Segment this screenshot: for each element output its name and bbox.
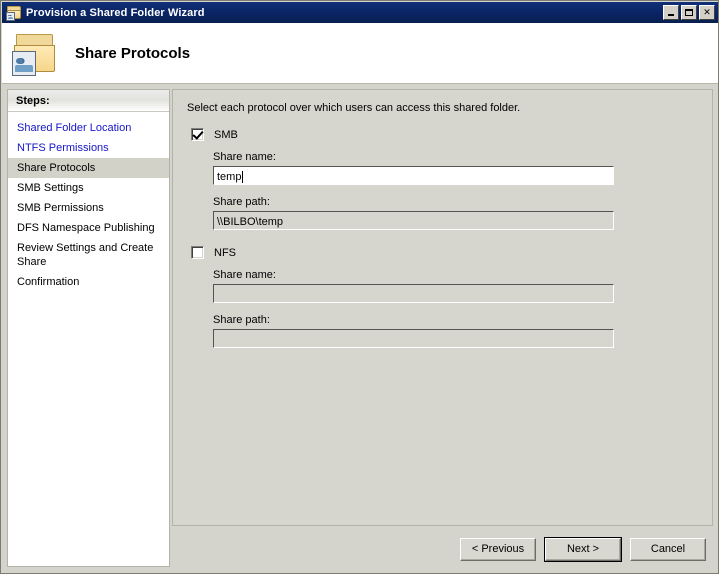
shared-folder-icon — [12, 31, 57, 76]
nfs-label: NFS — [214, 246, 236, 259]
shared-folder-icon — [6, 5, 22, 21]
steps-header: Steps: — [8, 90, 169, 112]
smb-protocol-row: SMB — [191, 128, 700, 141]
close-icon: ✕ — [703, 7, 711, 17]
sidebar-item-share-protocols[interactable]: Share Protocols — [8, 158, 169, 178]
maximize-button[interactable] — [681, 5, 697, 20]
sidebar-item-confirmation: Confirmation — [17, 276, 80, 288]
nfs-share-name-input — [213, 284, 614, 303]
smb-share-name-input[interactable]: temp — [213, 166, 614, 185]
minimize-button[interactable] — [663, 5, 679, 20]
cancel-button[interactable]: Cancel — [630, 537, 706, 561]
window-title: Provision a Shared Folder Wizard — [26, 6, 205, 19]
smb-checkbox[interactable] — [191, 128, 204, 141]
smb-share-name-block: Share name: temp — [213, 151, 700, 185]
smb-share-path-label: Share path: — [213, 196, 270, 208]
title-bar: Provision a Shared Folder Wizard ✕ — [2, 2, 718, 23]
close-button[interactable]: ✕ — [699, 5, 715, 20]
smb-share-name-value: temp — [217, 170, 242, 183]
sidebar-item-smb-permissions: SMB Permissions — [17, 202, 104, 214]
instruction-text: Select each protocol over which users ca… — [187, 102, 521, 114]
smb-share-path-block: Share path: \\BILBO\temp — [213, 196, 700, 230]
steps-list: Shared Folder Location NTFS Permissions … — [8, 112, 169, 292]
nfs-protocol-row: NFS — [191, 246, 700, 259]
page-title: Share Protocols — [75, 44, 191, 62]
nfs-share-name-block: Share name: — [213, 269, 700, 303]
steps-sidebar: Steps: Shared Folder Location NTFS Permi… — [7, 89, 170, 567]
smb-share-path-value: \\BILBO\temp — [217, 215, 284, 228]
button-bar: < Previous Next > Cancel — [172, 530, 713, 568]
smb-share-name-label: Share name: — [213, 151, 276, 163]
nfs-share-path-input — [213, 329, 614, 348]
sidebar-item-smb-settings: SMB Settings — [17, 182, 84, 194]
sidebar-item-ntfs-permissions[interactable]: NTFS Permissions — [8, 138, 169, 158]
next-button[interactable]: Next > — [544, 536, 622, 562]
sidebar-item-review-settings-and-create-share: Review Settings and Create Share — [17, 242, 154, 268]
wizard-window: Provision a Shared Folder Wizard ✕ Share… — [0, 0, 719, 574]
smb-share-path-input: \\BILBO\temp — [213, 211, 614, 230]
window-controls: ✕ — [663, 5, 717, 20]
text-caret — [242, 170, 244, 183]
wizard-header: Share Protocols — [2, 23, 718, 84]
nfs-checkbox[interactable] — [191, 246, 204, 259]
sidebar-item-dfs-namespace-publishing: DFS Namespace Publishing — [17, 222, 155, 234]
nfs-share-path-block: Share path: — [213, 314, 700, 348]
nfs-share-path-label: Share path: — [213, 314, 270, 326]
content-panel: Select each protocol over which users ca… — [172, 89, 713, 526]
nfs-share-name-label: Share name: — [213, 269, 276, 281]
previous-button[interactable]: < Previous — [460, 537, 536, 561]
smb-label: SMB — [214, 128, 238, 141]
sidebar-item-shared-folder-location[interactable]: Shared Folder Location — [8, 118, 169, 138]
